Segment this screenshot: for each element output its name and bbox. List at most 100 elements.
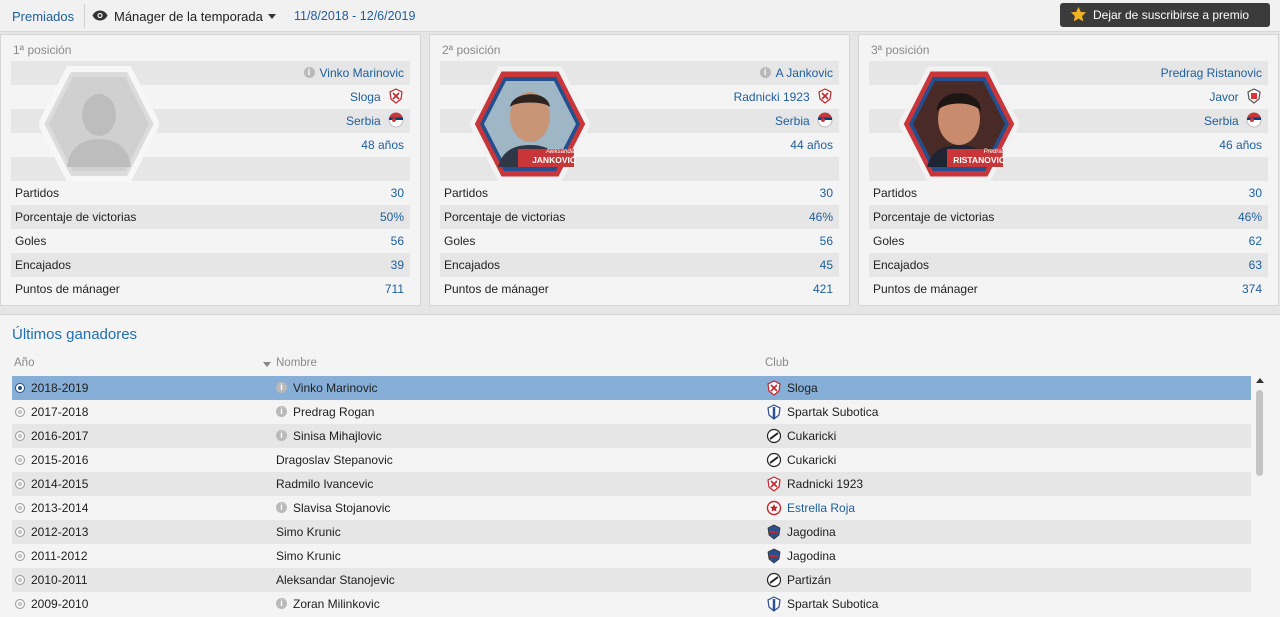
stat-label: Goles [15,234,47,248]
serbia-flag-icon [1246,112,1262,128]
eye-icon[interactable] [92,10,108,21]
scrollbar[interactable] [1254,376,1266,616]
row-radio[interactable] [15,527,25,537]
row-radio[interactable] [15,479,25,489]
table-row[interactable]: 2016-2017 i Sinisa Mihajlovic Cukaricki [12,424,1251,448]
top-bar: Premiados Mánager de la temporada 11/8/2… [0,0,1280,32]
info-icon[interactable]: i [276,502,287,513]
stat-label: Porcentaje de victorias [444,210,566,224]
row-radio[interactable] [15,407,25,417]
stat-label: Encajados [15,258,72,272]
info-icon[interactable]: i [276,382,287,393]
table-row[interactable]: 2009-2010 i Zoran Milinkovic Spartak Suboti… [12,592,1251,616]
table-row[interactable]: 2015-2016 Dragoslav Stepanovic Cukaricki [12,448,1251,472]
row-club[interactable]: Radnicki 1923 [787,477,863,491]
info-icon[interactable]: i [303,67,315,79]
row-manager-name[interactable]: Simo Krunic [276,525,341,539]
unsubscribe-button[interactable]: Dejar de suscribirse a premio [1060,3,1270,27]
stat-label: Partidos [15,186,60,200]
club-crest-icon [767,476,781,492]
column-header-year[interactable]: Año [14,357,34,369]
row-club[interactable]: Estrella Roja [787,501,855,515]
row-year: 2015-2016 [31,453,89,467]
manager-name-link[interactable]: Vinko Marinovic [320,66,404,80]
position-title: 3ª posición [871,43,930,57]
club-link[interactable]: Sloga [350,90,381,104]
row-radio[interactable] [15,551,25,561]
scroll-up-icon[interactable] [1256,378,1264,383]
row-year: 2009-2010 [31,597,89,611]
stat-label: Encajados [873,258,930,272]
info-icon[interactable]: i [759,67,771,79]
row-manager-name[interactable]: Vinko Marinovic [293,381,377,395]
manager-name-link[interactable]: A Jankovic [776,66,833,80]
table-row[interactable]: 2014-2015 Radmilo Ivancevic Radnicki 1923 [12,472,1251,496]
row-manager-name[interactable]: Sinisa Mihajlovic [293,429,382,443]
stat-label: Puntos de mánager [15,282,120,296]
club-link[interactable]: Javor [1209,90,1238,104]
row-club[interactable]: Jagodina [787,525,836,539]
stat-value: 421 [812,282,833,296]
portrait-caption-last: RISTANOVIĆ [953,155,1005,165]
row-manager-name[interactable]: Radmilo Ivancevic [276,477,373,491]
row-club[interactable]: Cukaricki [787,453,836,467]
stat-label: Puntos de mánager [873,282,978,296]
table-row[interactable]: 2018-2019 i Vinko Marinovic Sloga [12,376,1251,400]
position-card-3: 3ª posición Predrag Ristanovic Javor Ser… [858,34,1279,306]
info-icon[interactable]: i [276,598,287,609]
row-manager-name[interactable]: Dragoslav Stepanovic [276,453,393,467]
row-radio[interactable] [15,383,25,393]
row-manager-name[interactable]: Slavisa Stojanovic [293,501,390,515]
nation-link[interactable]: Serbia [1204,114,1239,128]
stat-value: 46% [1237,210,1262,224]
table-row[interactable]: 2012-2013 Simo Krunic Jagodina [12,520,1251,544]
stat-value: 50% [379,210,404,224]
row-radio[interactable] [15,455,25,465]
stat-label: Porcentaje de victorias [15,210,137,224]
nation-link[interactable]: Serbia [775,114,810,128]
award-dropdown[interactable]: Mánager de la temporada [114,9,263,24]
row-radio[interactable] [15,431,25,441]
row-year: 2010-2011 [31,573,88,587]
stat-label: Encajados [444,258,501,272]
serbia-flag-icon [388,112,404,128]
info-icon[interactable]: i [276,430,287,441]
table-row[interactable]: 2011-2012 Simo Krunic Jagodina [12,544,1251,568]
row-year: 2017-2018 [31,405,89,419]
section-breadcrumb[interactable]: Premiados [12,9,74,24]
row-club[interactable]: Sloga [787,381,818,395]
info-icon[interactable]: i [276,406,287,417]
scrollbar-thumb[interactable] [1256,390,1263,476]
club-crest-icon [767,548,781,564]
row-manager-name[interactable]: Zoran Milinkovic [293,597,380,611]
row-club[interactable]: Spartak Subotica [787,597,878,611]
column-header-club[interactable]: Club [765,357,789,369]
row-manager-name[interactable]: Simo Krunic [276,549,341,563]
table-row[interactable]: 2010-2011 Aleksandar Stanojevic Partizán [12,568,1251,592]
row-manager-name[interactable]: Predrag Rogan [293,405,374,419]
season-dates: 11/8/2018 - 12/6/2019 [294,9,416,23]
row-radio[interactable] [15,599,25,609]
manager-name-link[interactable]: Predrag Ristanovic [1161,66,1262,80]
club-crest-icon [389,88,403,105]
row-radio[interactable] [15,503,25,513]
row-club[interactable]: Partizán [787,573,831,587]
table-row[interactable]: 2013-2014 i Slavisa Stojanovic Estrella Roj… [12,496,1251,520]
star-icon [1070,6,1087,22]
row-manager-name[interactable]: Aleksandar Stanojevic [276,573,395,587]
position-title: 2ª posición [442,43,501,57]
chevron-down-icon[interactable] [268,14,276,19]
row-club[interactable]: Cukaricki [787,429,836,443]
stat-value: 56 [819,234,833,248]
stat-label: Partidos [444,186,489,200]
club-link[interactable]: Radnicki 1923 [734,90,810,104]
row-club[interactable]: Jagodina [787,549,836,563]
table-row[interactable]: 2017-2018 i Predrag Rogan Spartak Subotica [12,400,1251,424]
column-header-name[interactable]: Nombre [276,357,317,369]
nation-link[interactable]: Serbia [346,114,381,128]
stat-value: 30 [819,186,833,200]
sort-desc-icon[interactable] [263,362,271,367]
row-club[interactable]: Spartak Subotica [787,405,878,419]
unsubscribe-label: Dejar de suscribirse a premio [1093,8,1250,22]
row-radio[interactable] [15,575,25,585]
